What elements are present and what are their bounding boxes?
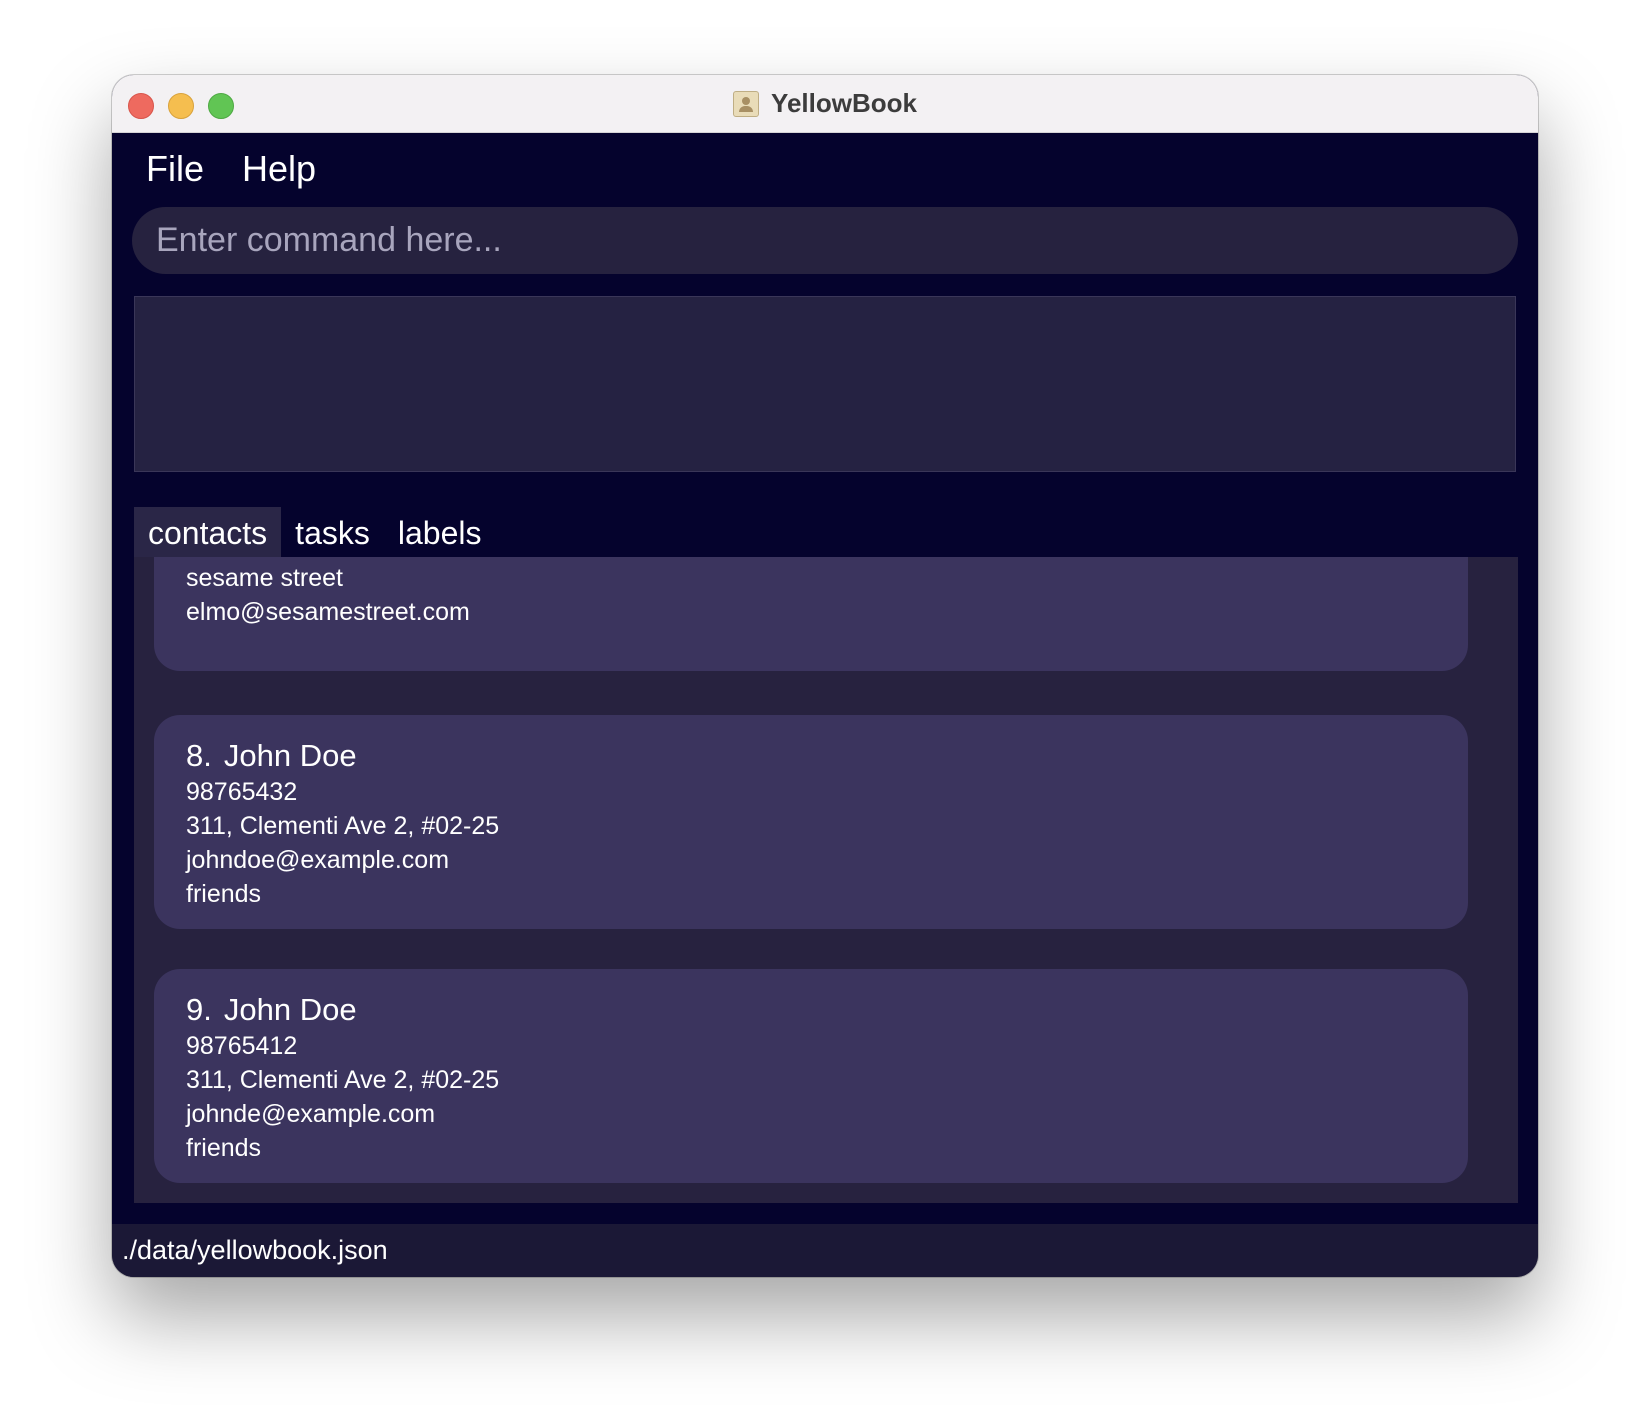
- command-input[interactable]: [154, 206, 1518, 275]
- tab-contacts[interactable]: contacts: [134, 507, 282, 557]
- title-bar: YellowBook: [112, 75, 1538, 133]
- tab-bar: contacts tasks labels: [134, 505, 495, 557]
- menu-bar: File Help: [112, 132, 1538, 205]
- app-window: YellowBook File Help contacts tasks labe…: [112, 75, 1538, 1277]
- status-bar: ./data/yellowbook.json: [112, 1224, 1538, 1277]
- contact-name-row: 8. John Doe: [186, 737, 1468, 775]
- menu-help[interactable]: Help: [242, 148, 316, 190]
- contact-index: 9.: [186, 992, 212, 1027]
- contact-list[interactable]: sesame street elmo@sesamestreet.com 8. Jo…: [134, 557, 1518, 1203]
- command-box: [132, 206, 1518, 275]
- address-book-icon: [733, 90, 760, 117]
- contact-email: johndoe@example.com: [186, 846, 450, 874]
- contact-name-row: 9. John Doe: [186, 991, 1468, 1029]
- tab-labels[interactable]: labels: [384, 507, 496, 557]
- contact-card[interactable]: 8. John Doe 98765432 311, Clementi Ave 2,…: [154, 715, 1468, 929]
- contact-address: 311, Clementi Ave 2, #02-25: [186, 812, 500, 840]
- contact-card[interactable]: 9. John Doe 98765412 311, Clementi Ave 2,…: [154, 969, 1468, 1183]
- contact-name: John Doe: [223, 738, 357, 773]
- contact-label: friends: [186, 1134, 262, 1162]
- contact-label: friends: [186, 880, 262, 908]
- window-title: YellowBook: [771, 88, 917, 118]
- contact-email: elmo@sesamestreet.com: [186, 598, 470, 626]
- contact-address: 311, Clementi Ave 2, #02-25: [186, 1066, 500, 1094]
- contact-address: sesame street: [186, 564, 344, 592]
- contact-email: johnde@example.com: [186, 1100, 436, 1128]
- menu-file[interactable]: File: [146, 148, 204, 190]
- tab-tasks[interactable]: tasks: [281, 507, 384, 557]
- title-container: YellowBook: [112, 75, 1538, 132]
- contact-name: John Doe: [223, 992, 357, 1027]
- save-file-path: ./data/yellowbook.json: [122, 1235, 388, 1265]
- contact-card[interactable]: sesame street elmo@sesamestreet.com: [154, 557, 1468, 671]
- contact-phone: 98765432: [186, 778, 298, 806]
- contact-index: 8.: [186, 738, 212, 773]
- result-display: [134, 296, 1516, 472]
- contact-phone: 98765412: [186, 1032, 298, 1060]
